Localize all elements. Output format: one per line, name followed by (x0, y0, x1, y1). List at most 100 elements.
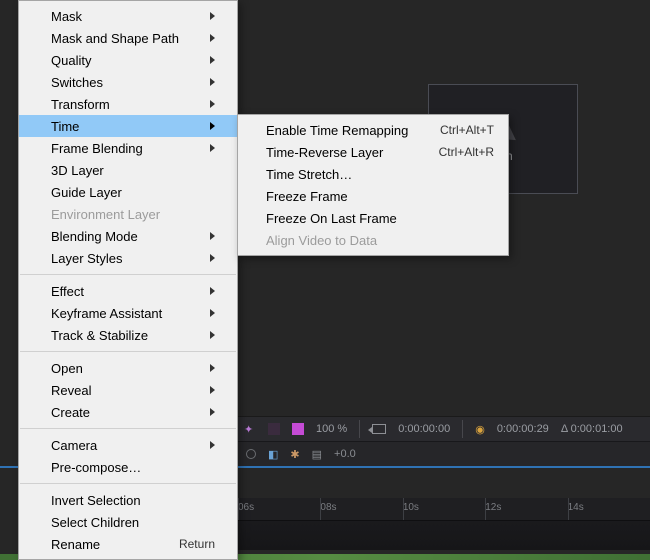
menu-item-environment-layer: Environment Layer (19, 203, 237, 225)
submenu-item-time-reverse-layer[interactable]: Time-Reverse LayerCtrl+Alt+R (238, 141, 508, 163)
menu-item-label: Camera (51, 438, 97, 453)
menu-item-label: Invert Selection (51, 493, 141, 508)
ruler-tick-label: 14s (568, 502, 584, 513)
submenu-arrow-icon (210, 56, 215, 64)
menu-item-layer-styles[interactable]: Layer Styles (19, 247, 237, 269)
menu-item-invert-selection[interactable]: Invert Selection (19, 489, 237, 511)
preview-toolbar: ✦ 100 % 0:00:00:00 ◉ 0:00:00:29 Δ 0:00:0… (238, 416, 650, 442)
menu-item-blending-mode[interactable]: Blending Mode (19, 225, 237, 247)
menu-item-track-stabilize[interactable]: Track & Stabilize (19, 324, 237, 346)
submenu-arrow-icon (210, 309, 215, 317)
menu-separator (20, 351, 236, 352)
menu-item-label: Environment Layer (51, 207, 160, 222)
submenu-arrow-icon (210, 144, 215, 152)
info-bar: ◧ ✱ ▤ +0.0 (238, 442, 650, 466)
toolbar-separator (462, 420, 463, 438)
ruler-tick-label: 12s (485, 502, 501, 513)
ruler-tick-label: 10s (403, 502, 419, 513)
menu-item-switches[interactable]: Switches (19, 71, 237, 93)
fx-icon[interactable]: ✱ (290, 448, 299, 461)
timecode-current[interactable]: 0:00:00:00 (398, 423, 450, 435)
submenu-arrow-icon (210, 78, 215, 86)
camera-icon[interactable] (372, 424, 386, 434)
layer-context-menu: Mask Mask and Shape Path Quality Switches Tr… (18, 0, 238, 560)
menu-item-label: Time (51, 119, 79, 134)
menu-item-label: Blending Mode (51, 229, 138, 244)
menu-item-label: Create (51, 405, 90, 420)
menu-item-label: Transform (51, 97, 110, 112)
submenu-arrow-icon (210, 34, 215, 42)
submenu-arrow-icon (210, 331, 215, 339)
toolbar-separator (359, 420, 360, 438)
menu-item-3d-layer[interactable]: 3D Layer (19, 159, 237, 181)
menu-item-label: Time Stretch… (266, 167, 352, 182)
menu-item-select-children[interactable]: Select Children (19, 511, 237, 533)
menu-item-label: Mask and Shape Path (51, 31, 179, 46)
status-dot-icon (246, 449, 256, 459)
submenu-item-time-stretch[interactable]: Time Stretch… (238, 163, 508, 185)
menu-item-shortcut: Return (179, 537, 215, 551)
menu-item-label: Mask (51, 9, 82, 24)
menu-item-reveal[interactable]: Reveal (19, 379, 237, 401)
render-icon[interactable]: ▤ (312, 448, 322, 461)
menu-item-time[interactable]: Time (19, 115, 237, 137)
menu-item-frame-blending[interactable]: Frame Blending (19, 137, 237, 159)
color-swatch-magenta[interactable] (292, 423, 304, 435)
menu-item-label: Layer Styles (51, 251, 123, 266)
time-submenu: Enable Time Remapping Ctrl+Alt+T Time-Reve… (237, 114, 509, 256)
menu-item-transform[interactable]: Transform (19, 93, 237, 115)
submenu-arrow-icon (210, 408, 215, 416)
submenu-arrow-icon (210, 254, 215, 262)
menu-item-mask-shape-path[interactable]: Mask and Shape Path (19, 27, 237, 49)
menu-item-label: 3D Layer (51, 163, 104, 178)
submenu-arrow-icon (210, 441, 215, 449)
timeline-ruler[interactable]: 06s 08s 10s 12s 14s (238, 498, 650, 520)
menu-item-mask[interactable]: Mask (19, 5, 237, 27)
color-swatch-dark[interactable] (268, 423, 280, 435)
submenu-item-freeze-frame[interactable]: Freeze Frame (238, 185, 508, 207)
menu-item-camera[interactable]: Camera (19, 434, 237, 456)
submenu-item-enable-time-remapping[interactable]: Enable Time Remapping Ctrl+Alt+T (238, 119, 508, 141)
menu-separator (20, 483, 236, 484)
menu-item-effect[interactable]: Effect (19, 280, 237, 302)
zoom-value[interactable]: 100 % (316, 423, 347, 435)
menu-item-quality[interactable]: Quality (19, 49, 237, 71)
menu-item-create[interactable]: Create (19, 401, 237, 423)
menu-item-label: Select Children (51, 515, 139, 530)
menu-item-label: Reveal (51, 383, 91, 398)
snapshot-icon[interactable]: ◉ (475, 423, 485, 436)
menu-item-label: Rename (51, 537, 100, 552)
menu-item-label: Pre-compose… (51, 460, 141, 475)
menu-item-label: Enable Time Remapping (266, 123, 408, 138)
timeline-tracks[interactable] (238, 520, 650, 550)
submenu-arrow-icon (210, 12, 215, 20)
submenu-arrow-icon (210, 386, 215, 394)
ruler-tick-label: 06s (238, 502, 254, 513)
submenu-item-freeze-on-last-frame[interactable]: Freeze On Last Frame (238, 207, 508, 229)
gpu-icon[interactable]: ◧ (268, 448, 278, 461)
submenu-arrow-icon (210, 122, 215, 130)
menu-item-guide-layer[interactable]: Guide Layer (19, 181, 237, 203)
submenu-arrow-icon (210, 232, 215, 240)
menu-item-rename[interactable]: Rename Return (19, 533, 237, 555)
menu-item-label: Keyframe Assistant (51, 306, 162, 321)
menu-item-label: Time-Reverse Layer (266, 145, 383, 160)
menu-separator (20, 428, 236, 429)
menu-item-label: Frame Blending (51, 141, 143, 156)
menu-item-pre-compose[interactable]: Pre-compose… (19, 456, 237, 478)
menu-item-label: Open (51, 361, 83, 376)
menu-separator (20, 274, 236, 275)
menu-item-label: Track & Stabilize (51, 328, 148, 343)
menu-item-shortcut: Ctrl+Alt+T (440, 123, 494, 137)
transparency-grid-icon[interactable]: ✦ (244, 423, 256, 435)
menu-item-keyframe-assistant[interactable]: Keyframe Assistant (19, 302, 237, 324)
timecode-delta: Δ 0:00:01:00 (561, 423, 623, 435)
menu-item-label: Align Video to Data (266, 233, 377, 248)
menu-item-label: Freeze Frame (266, 189, 348, 204)
submenu-arrow-icon (210, 364, 215, 372)
timecode-end: 0:00:00:29 (497, 423, 549, 435)
menu-item-label: Switches (51, 75, 103, 90)
submenu-arrow-icon (210, 100, 215, 108)
ruler-tick-label: 08s (320, 502, 336, 513)
menu-item-open[interactable]: Open (19, 357, 237, 379)
